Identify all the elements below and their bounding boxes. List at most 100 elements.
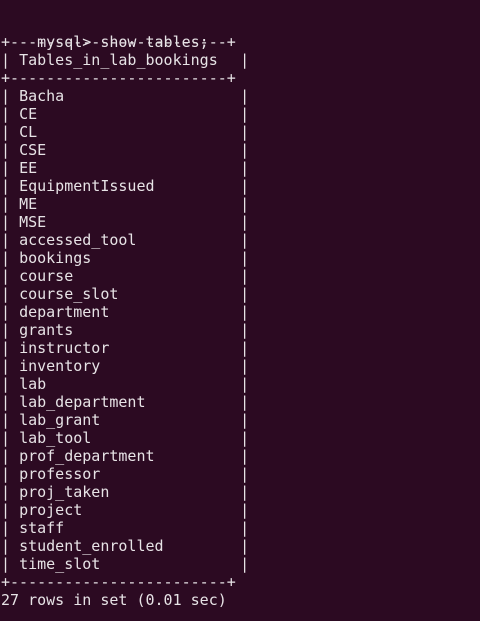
row-right-border: | [231, 87, 250, 105]
table-body: | Bacha | | CE | | CL | | CSE | | EE | | Equi… [1, 87, 480, 573]
row-left-border: | [1, 87, 20, 105]
table-header-label: Tables_in_lab_bookings [19, 51, 218, 69]
row-left-border: | [1, 519, 20, 537]
table-cell: inventory [19, 357, 101, 375]
table-cell: lab_grant [19, 411, 101, 429]
table-row: | student_enrolled | [1, 537, 480, 555]
row-right-border: | [231, 393, 250, 411]
row-right-border: | [231, 429, 250, 447]
table-cell: bookings [19, 249, 92, 267]
row-right-border: | [231, 285, 250, 303]
row-left-border: | [1, 123, 20, 141]
row-right-border: | [231, 483, 250, 501]
row-left-border: | [1, 285, 20, 303]
table-cell: time_slot [19, 555, 101, 573]
table-cell: EquipmentIssued [19, 177, 155, 195]
terminal-window[interactable]: mysql> show tables; +-------------------… [0, 0, 480, 621]
table-row: | instructor | [1, 339, 480, 357]
table-row: | ME | [1, 195, 480, 213]
row-left-border: | [1, 429, 20, 447]
row-right-border: | [231, 195, 250, 213]
table-header-separator: +------------------------+ [1, 69, 236, 87]
table-row: | proj_taken | [1, 483, 480, 501]
table-row: | MSE | [1, 213, 480, 231]
table-row: | Bacha | [1, 87, 480, 105]
table-cell: course_slot [19, 285, 119, 303]
table-row: | professor | [1, 465, 480, 483]
table-row: | department | [1, 303, 480, 321]
table-cell: Bacha [19, 87, 65, 105]
table-cell: instructor [19, 339, 110, 357]
row-left-border: | [1, 555, 20, 573]
row-right-border: | [231, 537, 250, 555]
header-left-border: | [1, 51, 20, 69]
table-cell: professor [19, 465, 101, 483]
table-row: | inventory | [1, 357, 480, 375]
table-cell: project [19, 501, 83, 519]
table-cell: MSE [19, 213, 47, 231]
table-row: | CL | [1, 123, 480, 141]
table-cell: accessed_tool [19, 231, 137, 249]
table-row: | lab_department | [1, 393, 480, 411]
table-cell: course [19, 267, 74, 285]
table-top-border: +------------------------+ [1, 33, 236, 51]
table-row: | lab | [1, 375, 480, 393]
row-left-border: | [1, 501, 20, 519]
row-right-border: | [231, 141, 250, 159]
row-left-border: | [1, 159, 20, 177]
row-right-border: | [231, 357, 250, 375]
row-left-border: | [1, 321, 20, 339]
row-right-border: | [231, 321, 250, 339]
row-right-border: | [231, 249, 250, 267]
table-row: | CSE | [1, 141, 480, 159]
row-right-border: | [231, 303, 250, 321]
table-cell: CL [19, 123, 38, 141]
table-cell: student_enrolled [19, 537, 164, 555]
table-row: | staff | [1, 519, 480, 537]
row-left-border: | [1, 465, 20, 483]
row-right-border: | [231, 411, 250, 429]
row-right-border: | [231, 519, 250, 537]
row-left-border: | [1, 483, 20, 501]
table-cell: lab_department [19, 393, 146, 411]
row-right-border: | [231, 501, 250, 519]
table-row: | CE | [1, 105, 480, 123]
row-right-border: | [231, 177, 250, 195]
table-cell: proj_taken [19, 483, 110, 501]
command-line: mysql> show tables; [1, 15, 480, 51]
table-row: | EquipmentIssued | [1, 177, 480, 195]
row-left-border: | [1, 267, 20, 285]
header-right-border: | [231, 51, 250, 69]
result-summary: 27 rows in set (0.01 sec) [1, 591, 227, 609]
table-row: | lab_grant | [1, 411, 480, 429]
row-left-border: | [1, 447, 20, 465]
row-left-border: | [1, 411, 20, 429]
table-row: | course | [1, 267, 480, 285]
row-left-border: | [1, 393, 20, 411]
row-right-border: | [231, 159, 250, 177]
row-left-border: | [1, 105, 20, 123]
row-left-border: | [1, 249, 20, 267]
row-right-border: | [231, 105, 250, 123]
table-row: | prof_department | [1, 447, 480, 465]
row-right-border: | [231, 375, 250, 393]
row-right-border: | [231, 267, 250, 285]
row-left-border: | [1, 195, 20, 213]
row-right-border: | [231, 213, 250, 231]
table-cell: lab [19, 375, 47, 393]
row-left-border: | [1, 339, 20, 357]
table-row: | EE | [1, 159, 480, 177]
row-left-border: | [1, 141, 20, 159]
table-cell: CSE [19, 141, 47, 159]
table-row: | grants | [1, 321, 480, 339]
table-cell: CE [19, 105, 38, 123]
row-right-border: | [231, 555, 250, 573]
row-left-border: | [1, 177, 20, 195]
table-row: | time_slot | [1, 555, 480, 573]
table-header-row: | Tables_in_lab_bookings | [1, 51, 480, 69]
row-right-border: | [231, 465, 250, 483]
table-cell: prof_department [19, 447, 155, 465]
table-cell: ME [19, 195, 38, 213]
table-cell: EE [19, 159, 38, 177]
row-left-border: | [1, 357, 20, 375]
